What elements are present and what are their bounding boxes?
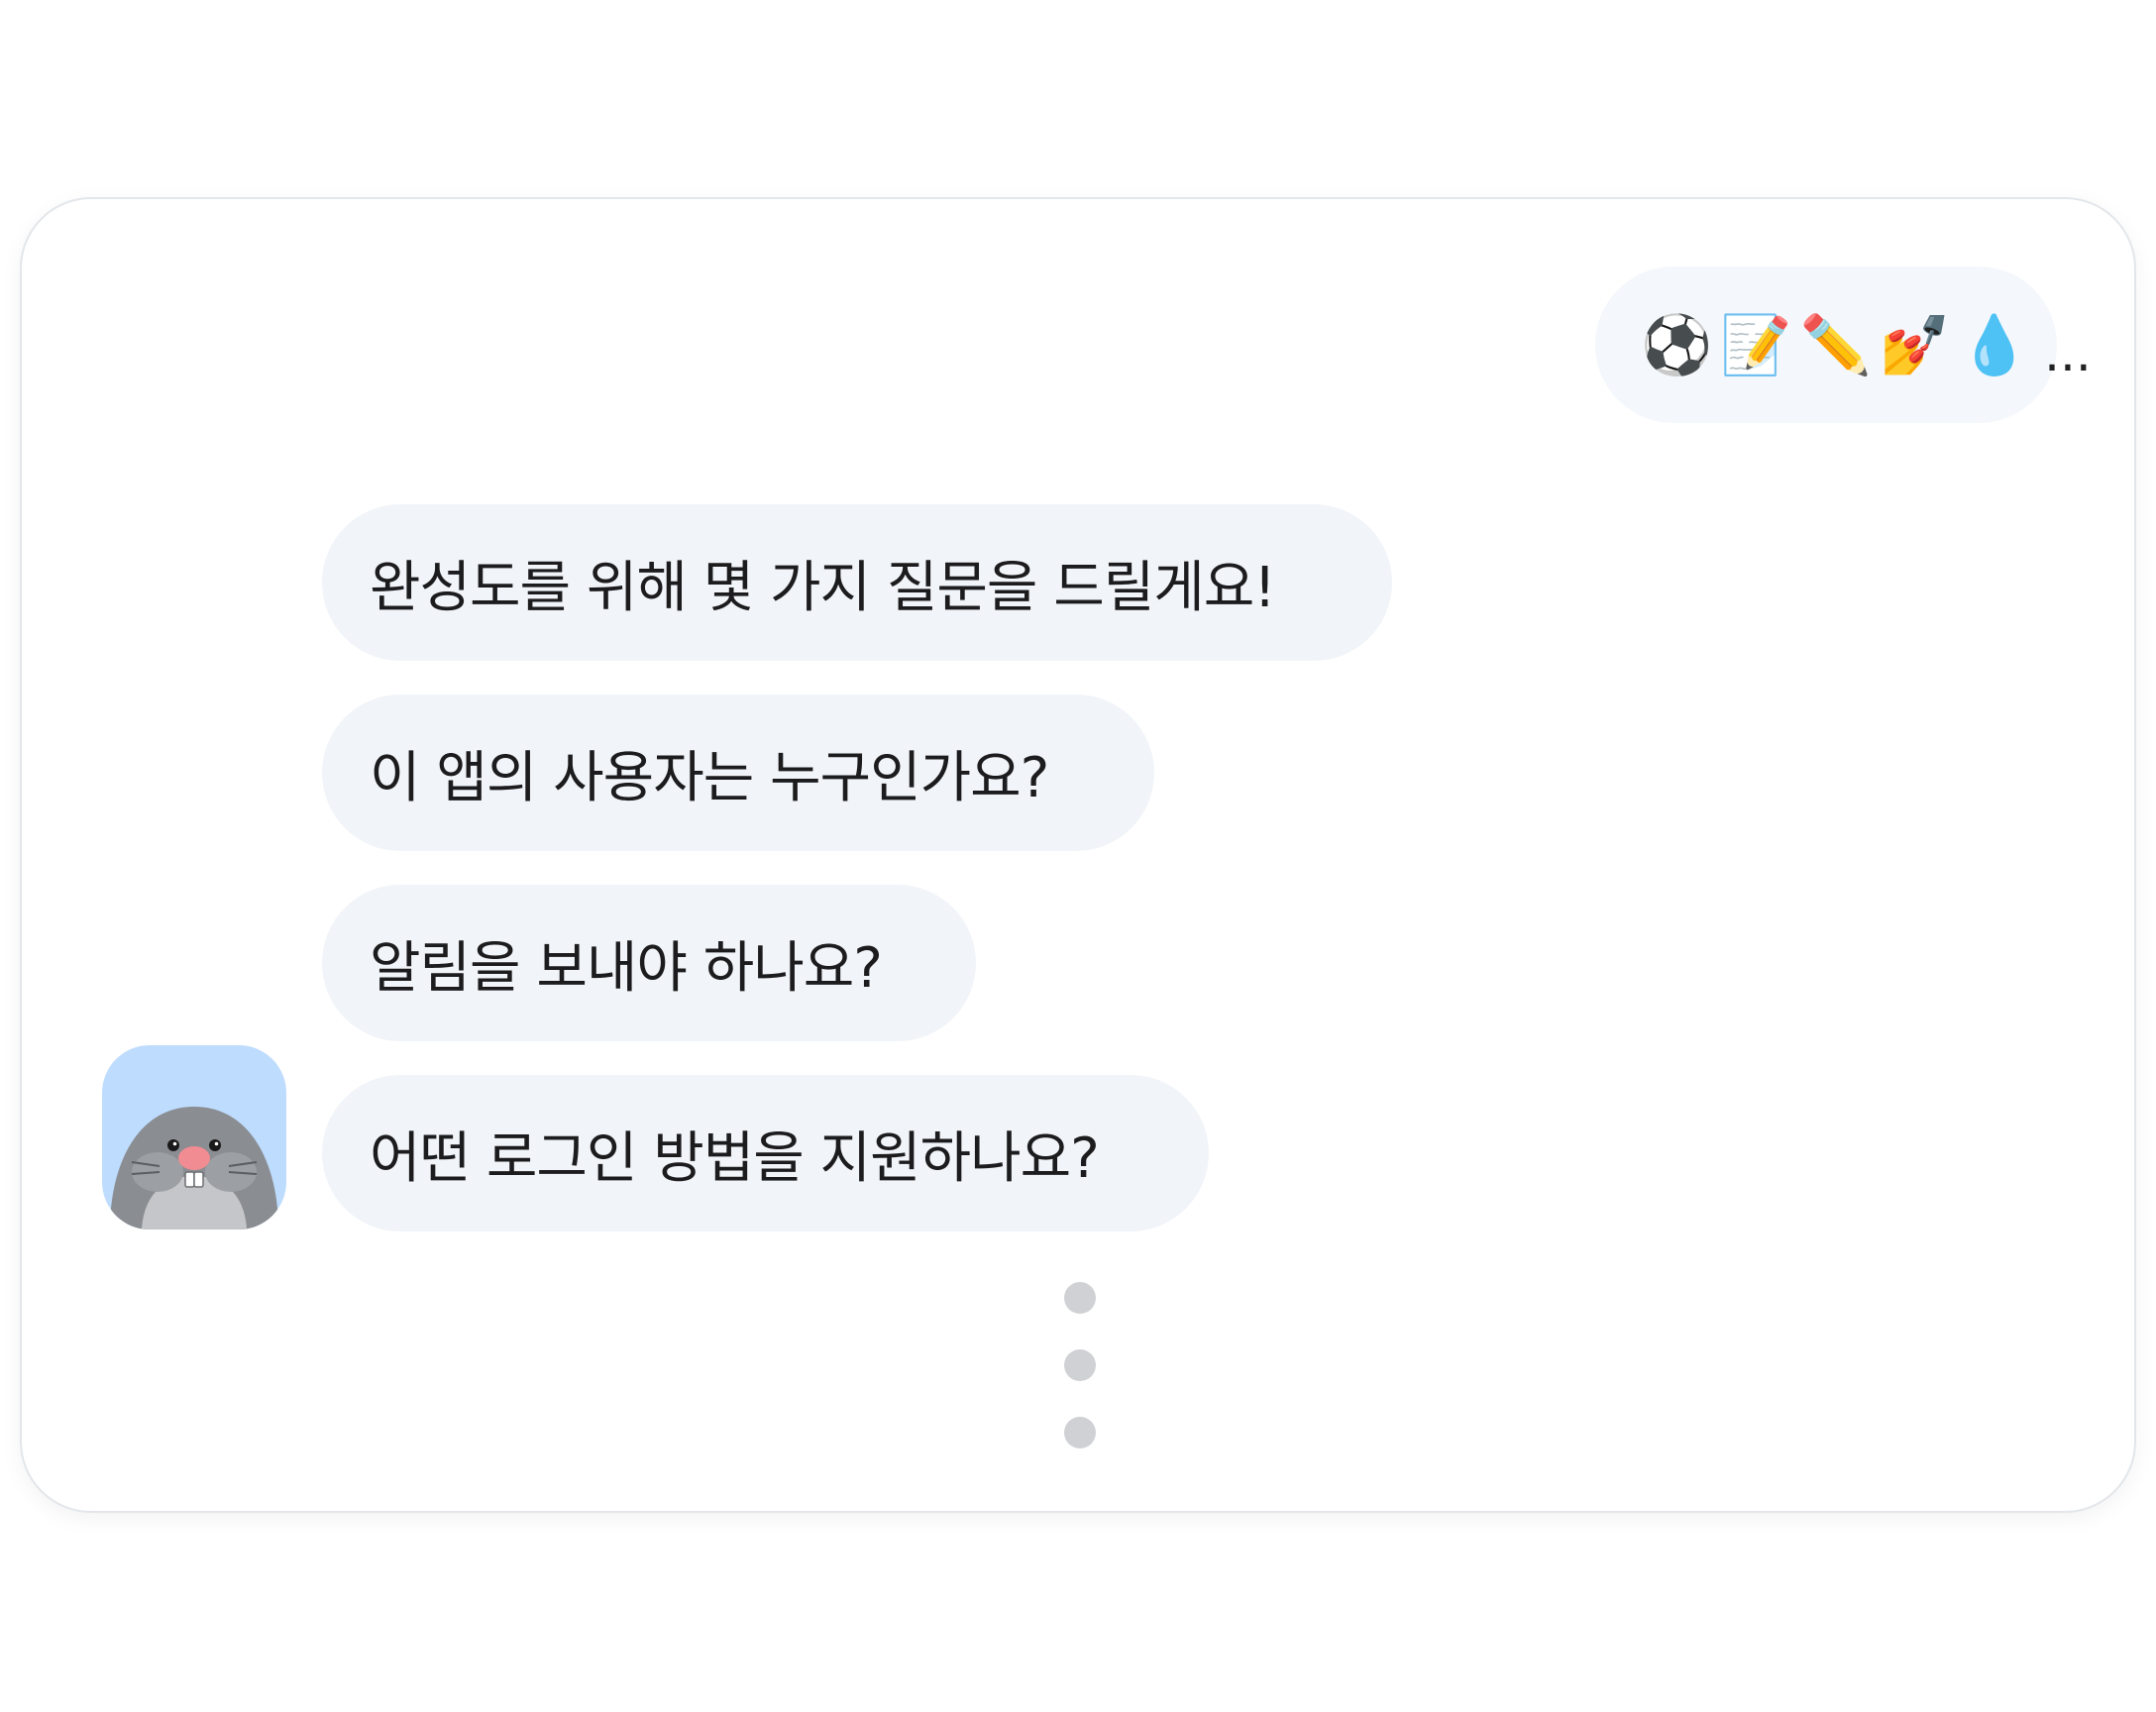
bot-message-text: 어떤 로그인 방법을 지원하나요?: [370, 1125, 1100, 1191]
soccer-ball-emoji: ⚽: [1641, 311, 1713, 378]
typing-dot: [1064, 1349, 1096, 1381]
bot-message-bubble: 이 앱의 사용자는 누구인가요?: [322, 695, 1154, 851]
bot-message-text: 알림을 보내야 하나요?: [370, 935, 883, 1001]
bot-message-text: 완성도를 위해 몇 가지 질문을 드릴게요!: [370, 555, 1276, 620]
user-message-bubble: ⚽ 📝 ✏️ 💅 💧 ...: [1595, 267, 2092, 423]
bot-avatar: [102, 1045, 286, 1230]
droplet-emoji: 💧: [1958, 311, 2031, 378]
bot-message-bubble: 완성도를 위해 몇 가지 질문을 드릴게요!: [322, 504, 1392, 661]
bot-message-bubble: 알림을 보내야 하나요?: [322, 885, 976, 1041]
bot-message-bubble: 어떤 로그인 방법을 지원하나요?: [322, 1075, 1209, 1231]
memo-emoji: 📝: [1720, 311, 1792, 378]
pencil-emoji: ✏️: [1799, 311, 1872, 378]
typing-dot: [1064, 1282, 1096, 1314]
bot-message-text: 이 앱의 사용자는 누구인가요?: [370, 745, 1049, 810]
message-ellipsis: ...: [2044, 325, 2092, 382]
mole-avatar-icon: [110, 1107, 278, 1230]
typing-dot: [1064, 1417, 1096, 1448]
nail-polish-emoji: 💅: [1879, 311, 1951, 378]
